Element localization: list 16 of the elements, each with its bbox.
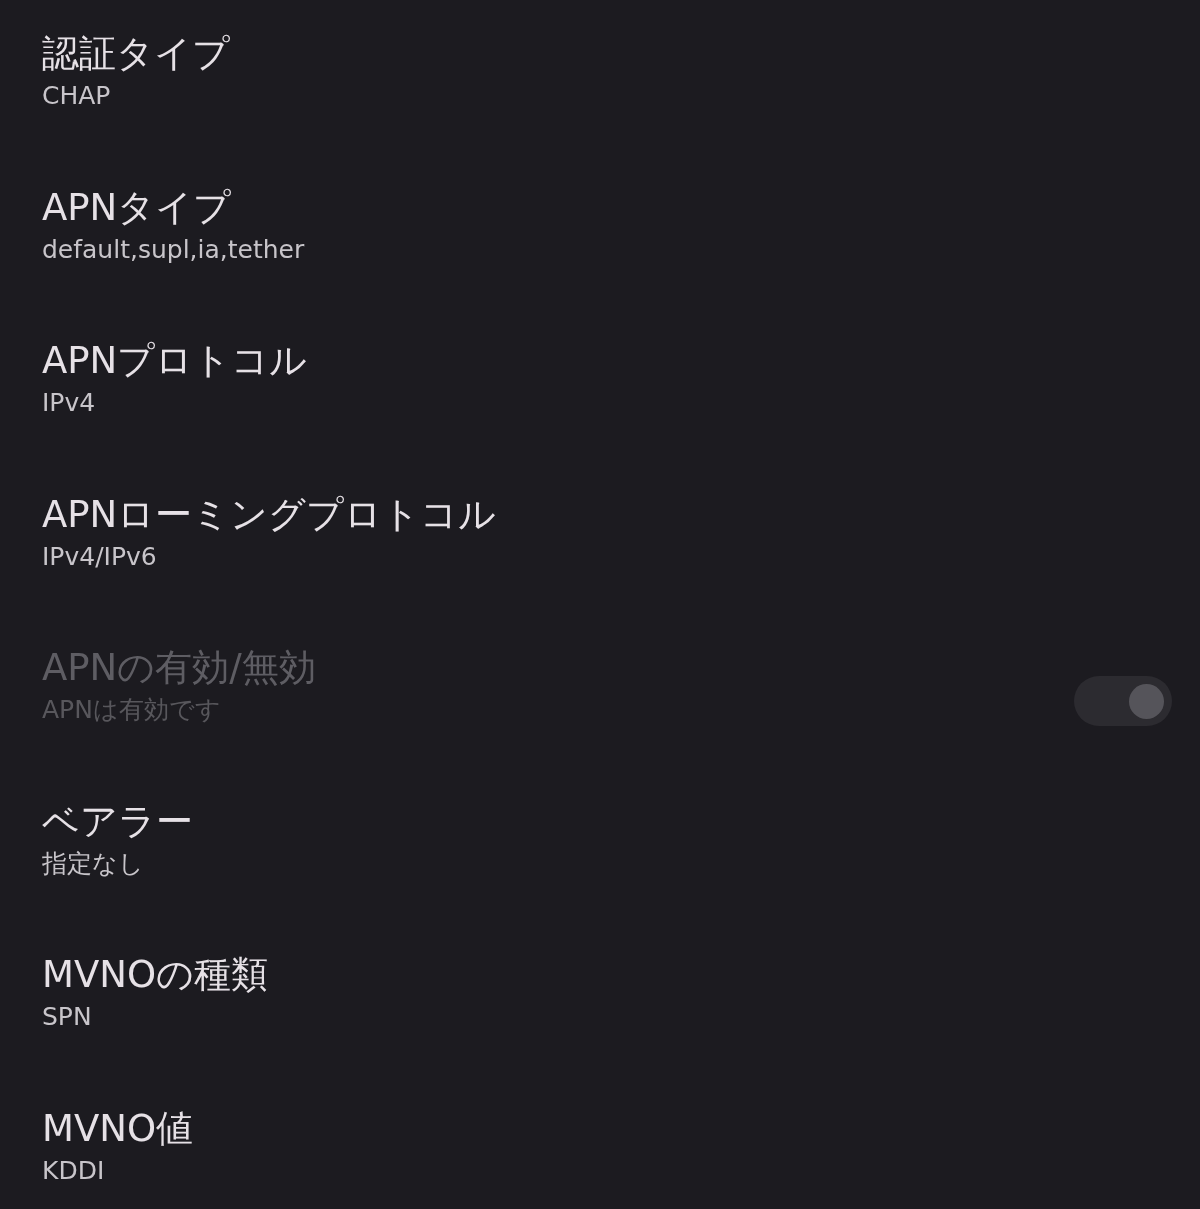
setting-title[interactable]: ベアラー [42, 797, 193, 846]
setting-value: KDDI [42, 1154, 106, 1187]
setting-value: IPv4/IPv6 [42, 540, 158, 573]
setting-value: SPN [42, 1001, 93, 1033]
setting-title[interactable]: MVNOの種類 [42, 951, 269, 999]
setting-title[interactable]: APNプロトコル [42, 337, 308, 385]
setting-value: IPv4 [42, 387, 97, 419]
setting-title: APNの有効/無効 [42, 645, 316, 691]
setting-title[interactable]: MVNO値 [42, 1104, 194, 1153]
setting-title[interactable]: APNタイプ [42, 183, 305, 232]
setting-title[interactable]: APNローミングプロトコル [42, 490, 497, 539]
setting-value: default,supl,ia,tether [42, 233, 305, 266]
setting-title[interactable]: 認証タイプ [42, 30, 230, 78]
setting-value: 指定なし [42, 847, 145, 880]
setting-value: APNは有効です [42, 694, 222, 726]
setting-value: CHAP [42, 80, 112, 112]
